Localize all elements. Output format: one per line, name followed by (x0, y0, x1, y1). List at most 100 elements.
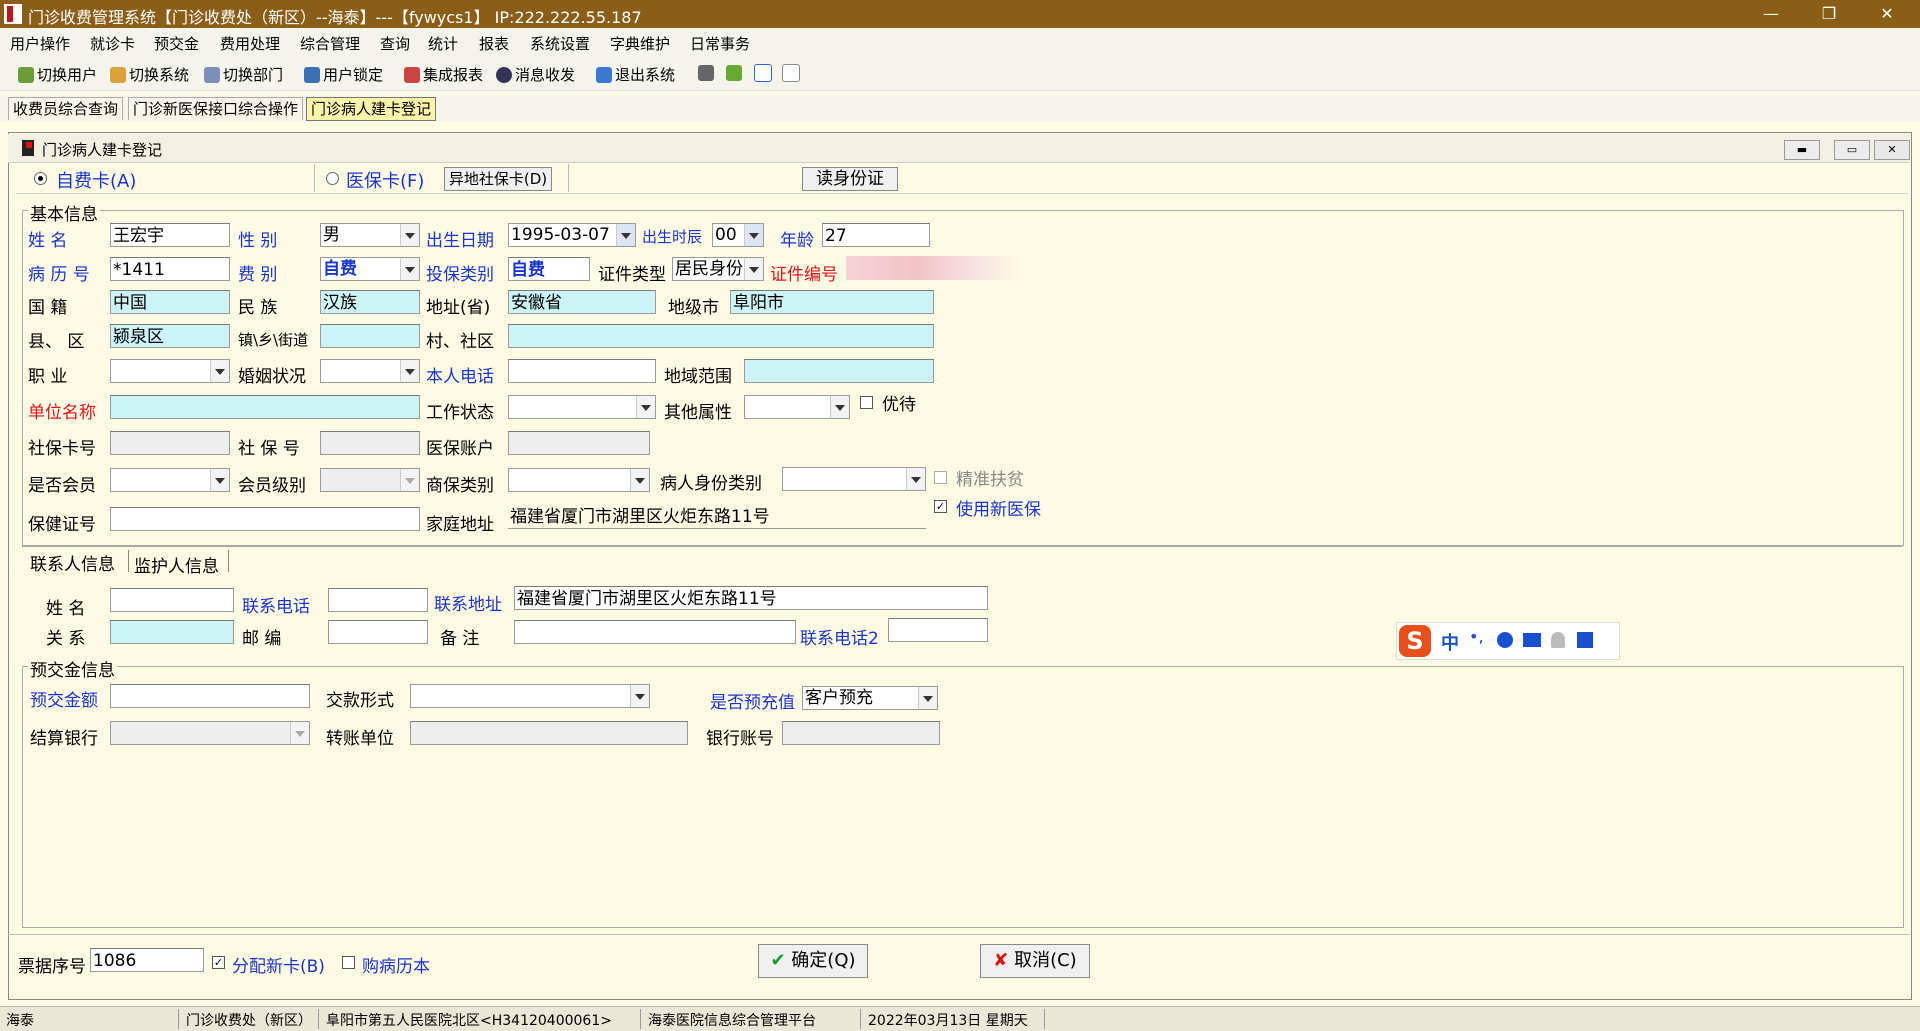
tab-cashier-query[interactable]: 收费员综合查询 (8, 97, 124, 120)
identity-select[interactable] (782, 467, 926, 491)
menu-dictionary[interactable]: 字典维护 (610, 33, 670, 54)
keyboard-icon[interactable] (1523, 633, 1541, 647)
pay-method-select[interactable] (410, 684, 650, 708)
phone-field[interactable] (508, 359, 656, 383)
menu-daily[interactable]: 日常事务 (690, 33, 750, 54)
menu-stats[interactable]: 统计 (428, 33, 458, 54)
ime-mode[interactable]: 中 (1441, 629, 1459, 655)
bank-select[interactable] (110, 721, 310, 745)
si-no-field[interactable] (320, 431, 420, 455)
tools-icon[interactable] (726, 64, 745, 82)
commercial-select[interactable] (508, 468, 650, 492)
cancel-button[interactable]: ✘ 取消(C) (980, 944, 1090, 978)
marriage-select[interactable] (320, 359, 420, 383)
record-no-field[interactable]: *1411 (110, 257, 230, 281)
user-lock-button[interactable]: 用户锁定 (304, 64, 383, 85)
minimize-button[interactable]: — (1748, 0, 1794, 28)
contact-addr-field[interactable]: 福建省厦门市湖里区火炬东路11号 (514, 586, 988, 610)
member-level-select[interactable] (320, 468, 420, 492)
buy-record-checkbox[interactable] (342, 956, 355, 969)
assign-card-checkbox[interactable]: ✓ (212, 956, 225, 969)
note-field[interactable] (514, 620, 796, 644)
contact-name-field[interactable] (110, 588, 234, 612)
tab-guardian-info[interactable]: 监护人信息 (134, 552, 219, 577)
insurance-card-label[interactable]: 医保卡(F) (346, 167, 424, 193)
member-select[interactable] (110, 468, 230, 492)
menu-report[interactable]: 报表 (479, 33, 509, 54)
county-field[interactable]: 颍泉区 (110, 324, 230, 348)
switch-user-button[interactable]: 切换用户 (18, 64, 97, 85)
inner-close-button[interactable]: ✕ (1874, 140, 1910, 160)
town-field[interactable] (320, 324, 420, 348)
relation-field[interactable] (110, 620, 234, 644)
new-mi-checkbox[interactable]: ✓ (934, 500, 947, 513)
ime-punctuation[interactable]: •, (1469, 627, 1484, 646)
read-id-card-button[interactable]: 读身份证 (802, 167, 898, 191)
self-pay-card-label[interactable]: 自费卡(A) (56, 167, 136, 193)
cert-type-select[interactable]: 居民身份 (672, 257, 764, 281)
other-attr-select[interactable] (744, 395, 850, 419)
calendar-icon[interactable] (782, 64, 803, 83)
home-addr-field[interactable]: 福建省厦门市湖里区火炬东路11号 (508, 505, 926, 529)
menu-card[interactable]: 就诊卡 (90, 33, 135, 54)
contact-phone-field[interactable] (328, 588, 428, 612)
tab-mi-interface[interactable]: 门诊新医保接口综合操作 (128, 97, 304, 120)
insurance-card-radio[interactable] (326, 172, 339, 185)
tab-card-registration[interactable]: 门诊病人建卡登记 (306, 97, 437, 121)
maximize-button[interactable]: ❐ (1806, 0, 1852, 28)
deposit-amount-field[interactable] (110, 684, 310, 708)
village-field[interactable] (508, 324, 934, 348)
age-field[interactable]: 27 (822, 223, 930, 247)
grid-icon[interactable] (1577, 632, 1593, 648)
menu-user[interactable]: 用户操作 (10, 33, 70, 54)
recharge-select[interactable]: 客户预充 (802, 686, 938, 710)
receipt-no-field[interactable]: 1086 (90, 948, 204, 972)
integrated-report-button[interactable]: 集成报表 (404, 64, 483, 85)
menu-integrated[interactable]: 综合管理 (300, 33, 360, 54)
inner-restore-button[interactable]: ▭ (1834, 140, 1870, 160)
exit-button[interactable]: 退出系统 (596, 64, 675, 85)
province-field[interactable]: 安徽省 (508, 290, 656, 314)
menu-query[interactable]: 查询 (380, 33, 410, 54)
employer-field[interactable] (110, 395, 420, 419)
tab-contact-info[interactable]: 联系人信息 (30, 550, 115, 575)
confirm-button[interactable]: ✔ 确定(Q) (758, 944, 868, 978)
edit-icon[interactable] (698, 64, 717, 82)
fee-type-select[interactable]: 自费 (320, 257, 420, 281)
self-pay-card-radio[interactable] (34, 172, 47, 185)
columns-icon[interactable] (754, 64, 775, 83)
zip-field[interactable] (328, 620, 428, 644)
menu-deposit[interactable]: 预交金 (154, 33, 199, 54)
name-field[interactable]: 王宏宇 (110, 223, 230, 247)
switch-dept-button[interactable]: 切换部门 (204, 64, 283, 85)
menu-settings[interactable]: 系统设置 (530, 33, 590, 54)
insure-type-field[interactable]: 自费 (508, 257, 590, 281)
ethnic-field[interactable]: 汉族 (320, 290, 420, 314)
contact-phone2-field[interactable] (888, 618, 988, 642)
inner-minimize-button[interactable]: ▬ (1784, 140, 1820, 160)
bank-account-field[interactable] (782, 721, 940, 745)
poverty-checkbox[interactable] (934, 471, 947, 484)
nationality-field[interactable]: 中国 (110, 290, 230, 314)
gender-select[interactable]: 男 (320, 223, 420, 247)
birth-date-picker[interactable]: 1995-03-07 (508, 223, 636, 247)
transfer-unit-field[interactable] (410, 721, 688, 745)
mi-account-field[interactable] (508, 431, 650, 455)
city-field[interactable]: 阜阳市 (730, 290, 934, 314)
cert-no-field-redacted[interactable] (846, 256, 1022, 280)
work-status-select[interactable] (508, 395, 656, 419)
messages-button[interactable]: 消息收发 (496, 64, 575, 85)
priority-checkbox[interactable] (860, 396, 873, 409)
region-field[interactable] (744, 359, 934, 383)
close-button[interactable]: ✕ (1864, 0, 1910, 28)
birth-hour-select[interactable]: 00 (712, 223, 764, 247)
switch-system-button[interactable]: 切换系统 (110, 64, 189, 85)
si-card-field[interactable] (110, 431, 230, 455)
emoji-icon[interactable] (1497, 632, 1513, 648)
user-icon[interactable] (1551, 632, 1565, 648)
menu-fees[interactable]: 费用处理 (220, 33, 280, 54)
ime-toolbar[interactable]: S 中 •, (1396, 622, 1620, 660)
job-select[interactable] (110, 359, 230, 383)
remote-card-button[interactable]: 异地社保卡(D) (444, 167, 552, 191)
health-cert-field[interactable] (110, 507, 420, 531)
